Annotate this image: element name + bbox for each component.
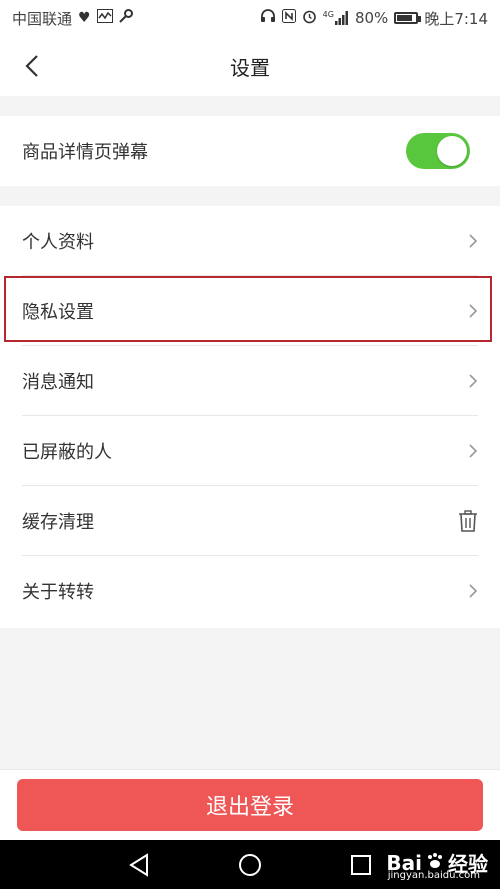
chevron-right-icon (468, 206, 478, 276)
settings-item-label: 缓存清理 (22, 512, 94, 533)
settings-item-label: 已屏蔽的人 (22, 442, 112, 463)
heart-rate-icon: ♥ (78, 10, 91, 26)
barrage-settings-group: 商品详情页弹幕 (0, 116, 500, 186)
status-right: 4G 80% 晚上7:14 (260, 8, 488, 29)
settings-item-clear-cache[interactable]: 缓存清理 (0, 486, 500, 556)
signal-icon: 4G (323, 11, 349, 25)
trash-icon[interactable] (458, 486, 478, 556)
status-bar: 中国联通 ♥ 4G 80% 晚上7:14 (0, 0, 500, 36)
settings-item-label: 关于转转 (22, 582, 94, 603)
barrage-toggle-label: 商品详情页弹幕 (22, 142, 148, 163)
settings-item-notifications[interactable]: 消息通知 (0, 346, 500, 416)
watermark-url: jingyan.baidu.com (387, 870, 480, 881)
status-left: 中国联通 ♥ (12, 8, 133, 29)
settings-item-label: 消息通知 (22, 372, 94, 393)
system-back-button[interactable] (127, 852, 153, 878)
triangle-back-icon (129, 853, 148, 877)
chevron-right-icon (468, 276, 478, 346)
settings-item-profile[interactable]: 个人资料 (0, 206, 500, 276)
settings-item-blocked-users[interactable]: 已屏蔽的人 (0, 416, 500, 486)
battery-icon (394, 12, 422, 24)
settings-item-about[interactable]: 关于转转 (0, 556, 500, 626)
bottom-area: 退出登录 (0, 769, 500, 840)
system-recents-button[interactable] (348, 852, 374, 878)
circle-home-icon (239, 854, 261, 876)
key-icon (118, 9, 133, 27)
settings-list: 个人资料 隐私设置 消息通知 已屏蔽的人 缓存清理 关于转转 (0, 206, 500, 628)
chevron-right-icon (468, 346, 478, 416)
clock: 晚上7:14 (424, 9, 488, 28)
barrage-toggle-switch[interactable] (406, 133, 470, 169)
chevron-left-icon (25, 55, 38, 77)
activity-icon (96, 9, 113, 27)
system-nav-bar: Bai 经验 jingyan.baidu.com (0, 840, 500, 889)
toggle-knob (437, 136, 467, 166)
system-home-button[interactable] (237, 852, 263, 878)
settings-item-label: 个人资料 (22, 232, 94, 253)
settings-item-label: 隐私设置 (22, 302, 94, 323)
network-type: 4G (322, 10, 334, 19)
back-button[interactable] (16, 50, 48, 82)
page-title: 设置 (230, 55, 270, 80)
logout-button[interactable]: 退出登录 (17, 779, 483, 831)
alarm-icon (302, 9, 317, 28)
carrier-name: 中国联通 (12, 9, 73, 28)
battery-percent: 80% (354, 9, 389, 27)
headset-icon (260, 9, 276, 27)
square-recents-icon (351, 855, 371, 875)
chevron-right-icon (468, 556, 478, 626)
nav-bar: 设置 (0, 36, 500, 96)
barrage-toggle-row: 商品详情页弹幕 (0, 116, 500, 186)
nfc-icon (281, 9, 296, 27)
chevron-right-icon (468, 416, 478, 486)
settings-item-privacy[interactable]: 隐私设置 (0, 276, 500, 346)
